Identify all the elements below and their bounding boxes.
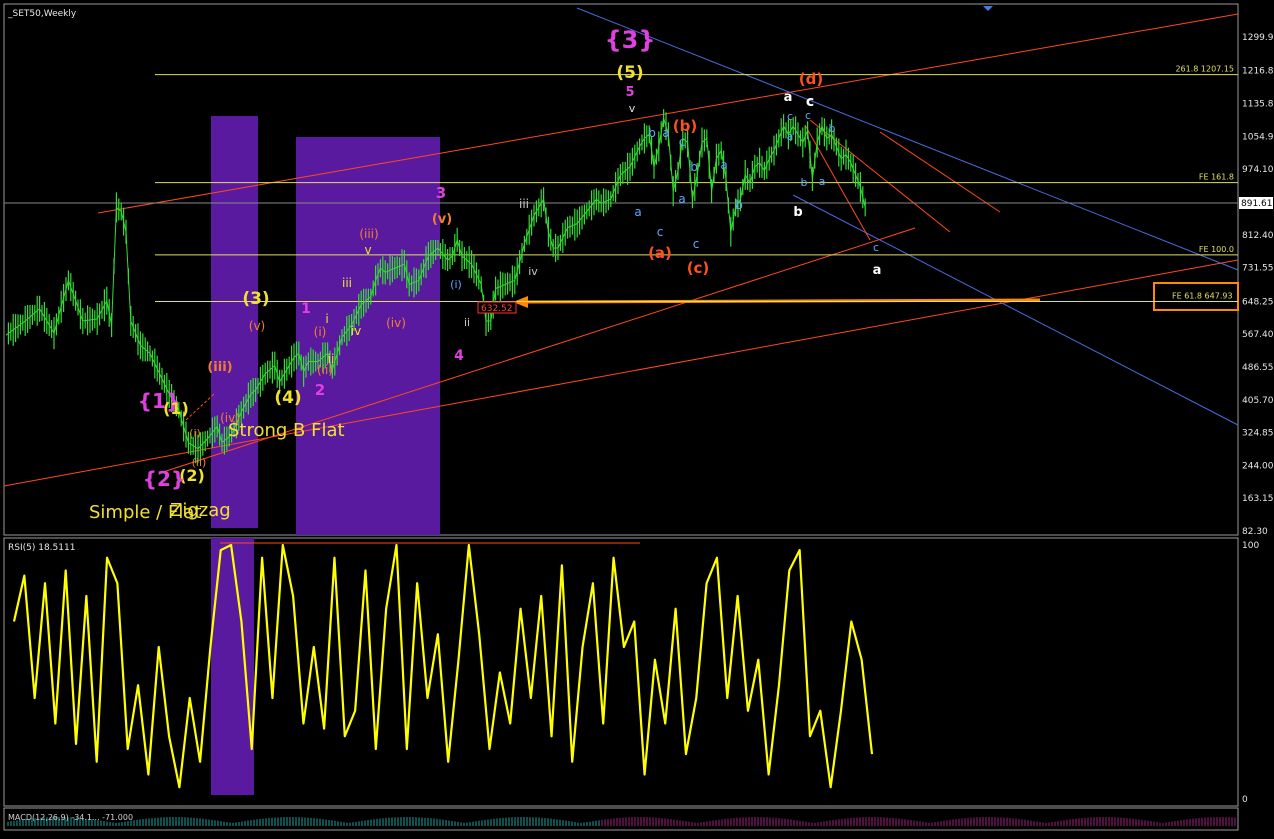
wave-label: (3): [242, 289, 269, 309]
wave-label: b: [735, 198, 743, 212]
price-axis-tick: 1054.95: [1242, 132, 1274, 142]
wave-label: a: [787, 130, 794, 143]
price-axis-tick: 648.25: [1242, 297, 1274, 307]
wave-label: {3}: [605, 26, 656, 54]
wave-label: a: [784, 90, 793, 105]
price-axis-tick: 731.55: [1242, 264, 1274, 274]
wave-label: 2: [315, 381, 325, 399]
wave-label: iii: [342, 276, 352, 290]
wave-label: iii: [519, 197, 529, 211]
level-label: FE 61.8 647.93: [1172, 292, 1233, 301]
price-axis-tick: 1135.80: [1242, 100, 1274, 110]
level-label: FE 100.0: [1199, 245, 1234, 254]
chart-window: 261.8 1207.15 FE 161.8 FE 100.0 FE 61.8 647…: [0, 0, 1274, 835]
zigzag-annotation: Zigzag: [170, 500, 231, 521]
wave-label: (i): [189, 427, 201, 440]
price-axis-tick: 1299.95: [1242, 33, 1274, 43]
wave-label: b: [829, 122, 836, 135]
wave-label: (b): [673, 117, 697, 135]
rsi-tick-0: 0: [1242, 795, 1248, 805]
wave-label: ii: [464, 316, 470, 329]
wave-label: c: [805, 109, 811, 122]
wave-label: c: [787, 110, 793, 123]
wave-label: v: [629, 102, 636, 115]
wave-label: (iii): [207, 360, 232, 375]
wave-label: i: [325, 312, 328, 326]
wave-label: c: [806, 94, 814, 110]
wave-label: (v): [432, 212, 452, 227]
wave-label: (d): [799, 70, 823, 88]
wave-label: c: [679, 135, 686, 149]
current-price-label: 891.61: [1241, 199, 1273, 209]
wave-label: (iv): [386, 316, 406, 330]
wave-label: 5: [625, 85, 634, 100]
price-axis-tick: 163.15: [1242, 494, 1274, 504]
price-axis-tick: 244.00: [1242, 461, 1274, 471]
price-axis-tick: 324.85: [1242, 429, 1274, 439]
strong-b-flat-annotation: Strong B Flat: [228, 420, 345, 441]
wave-label: (ii): [317, 363, 333, 377]
chart-canvas[interactable]: 261.8 1207.15 FE 161.8 FE 100.0 FE 61.8 647…: [0, 0, 1274, 835]
wave-label: (v): [249, 319, 265, 333]
rsi-tick-100: 100: [1242, 541, 1259, 551]
wave-label: a: [662, 126, 669, 140]
wave-label: a: [873, 263, 882, 278]
price-axis-tick: 812.40: [1242, 231, 1274, 241]
wave-label: b: [793, 205, 802, 220]
price-axis-tick: 974.10: [1242, 165, 1274, 175]
wave-label: (a): [648, 244, 672, 262]
wave-label: (i): [450, 278, 462, 291]
wave-label: v: [364, 243, 371, 257]
price-axis-tick: 1216.80: [1242, 67, 1274, 77]
wave-label: a: [720, 158, 727, 172]
price-marker-label: 632.52: [481, 304, 513, 314]
wave-label: 3: [436, 184, 446, 202]
wave-label: b: [690, 160, 698, 174]
wave-label: (5): [616, 63, 643, 83]
price-axis-tick: 82.30: [1242, 527, 1268, 537]
wave-label: c: [873, 241, 879, 254]
wave-label: a: [678, 192, 685, 206]
wave-label: c: [657, 225, 664, 239]
wave-label: c: [693, 237, 700, 251]
macd-label: MACD(12,26,9) -34.1... -71.000: [8, 813, 133, 822]
wave-label: b: [801, 176, 808, 189]
price-axis-tick: 486.55: [1242, 363, 1274, 373]
level-label: FE 161.8: [1199, 173, 1234, 182]
wave-label: (4): [274, 388, 301, 408]
wave-label: iv: [528, 265, 538, 278]
price-axis-tick: 405.70: [1242, 396, 1274, 406]
price-axis-tick: 567.40: [1242, 330, 1274, 340]
wave-label: (i): [314, 325, 327, 339]
wave-label: (1): [163, 399, 189, 418]
wave-label: 1: [301, 301, 311, 317]
wave-label: (c): [687, 259, 710, 277]
rsi-label: RSI(5) 18.5111: [8, 543, 75, 553]
wave-label: 4: [454, 348, 464, 364]
wave-label: {2}: [143, 467, 185, 491]
wave-label: a: [819, 175, 826, 188]
level-label: 261.8 1207.15: [1175, 65, 1234, 74]
wave-label: (iii): [359, 227, 378, 241]
wave-label: a: [634, 205, 641, 219]
wave-label: b: [648, 126, 656, 140]
symbol-label: _SET50,Weekly: [7, 9, 77, 19]
wave-label: iv: [351, 324, 361, 338]
